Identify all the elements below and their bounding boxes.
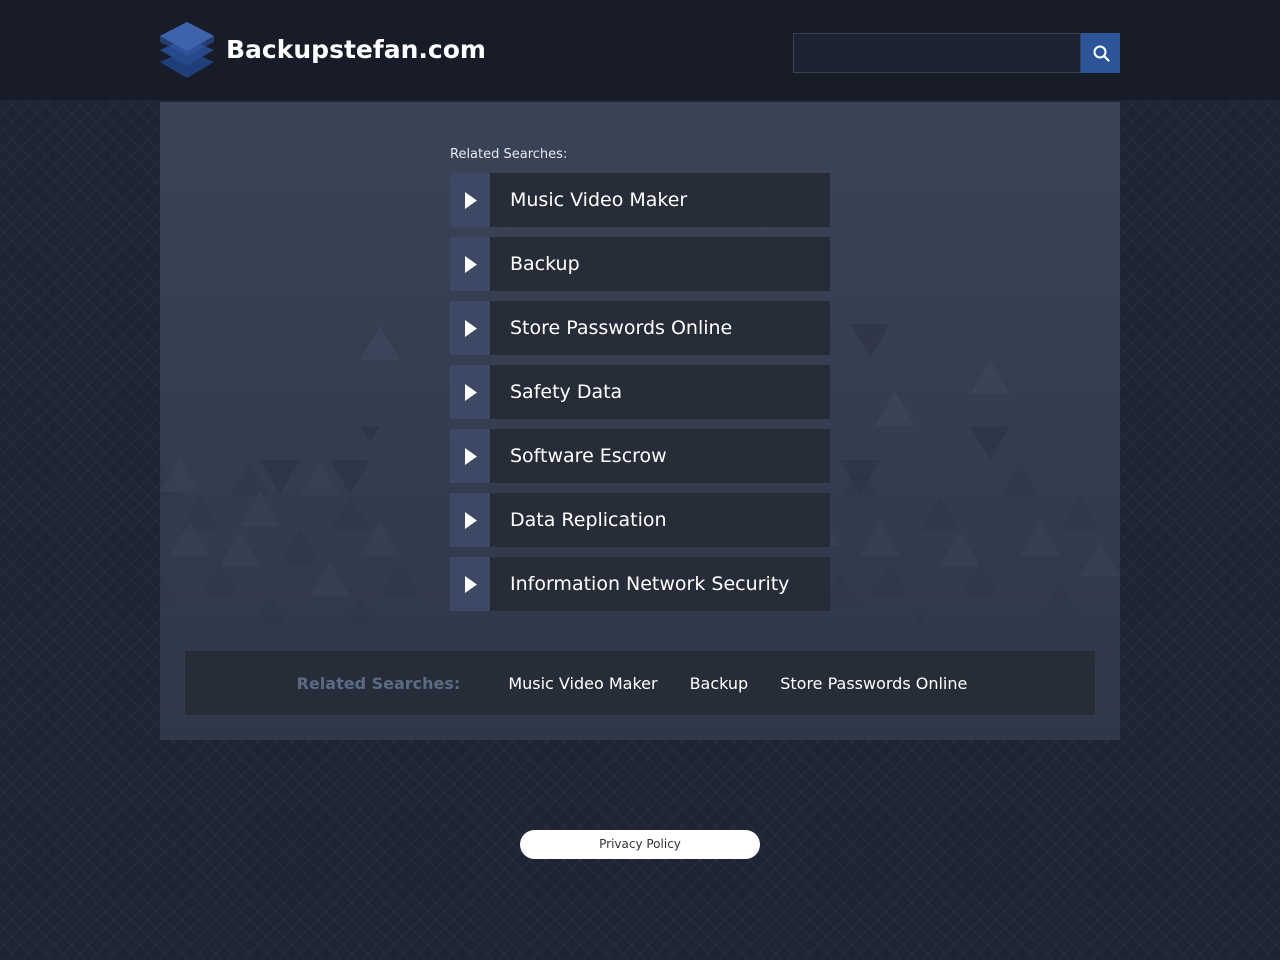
related-link-label: Data Replication [510,509,667,531]
bottom-related-label: Related Searches: [296,673,461,693]
related-searches-label: Related Searches: [450,147,568,162]
bottom-related-bar: Related Searches: Music Video Maker Back… [185,651,1095,715]
related-link-label: Store Passwords Online [510,317,733,339]
related-link-label: Software Escrow [510,445,667,467]
play-arrow-icon [450,173,490,227]
bottom-link-music-video-maker[interactable]: Music Video Maker [508,674,657,693]
privacy-policy-button[interactable]: Privacy Policy [520,830,760,859]
search-input[interactable] [793,33,1081,73]
site-header: Backupstefan.com [0,0,1280,100]
related-link-safety-data[interactable]: Safety Data [450,365,830,419]
stacked-layers-icon [160,20,214,80]
play-arrow-icon [450,429,490,483]
play-arrow-icon [450,301,490,355]
related-links-list: Music Video Maker Backup Store Passwords… [450,173,830,621]
search-icon [1093,45,1110,62]
related-link-data-replication[interactable]: Data Replication [450,493,830,547]
site-title[interactable]: Backupstefan.com [226,34,486,66]
related-link-software-escrow[interactable]: Software Escrow [450,429,830,483]
search-button[interactable] [1081,33,1120,73]
play-arrow-icon [450,237,490,291]
related-link-backup[interactable]: Backup [450,237,830,291]
related-link-music-video-maker[interactable]: Music Video Maker [450,173,830,227]
main-panel: Related Searches: Music Video Maker Back… [160,102,1120,740]
related-link-label: Information Network Security [510,573,790,595]
related-link-label: Backup [510,253,580,275]
bottom-link-backup[interactable]: Backup [690,674,749,693]
related-link-store-passwords-online[interactable]: Store Passwords Online [450,301,830,355]
related-link-label: Safety Data [510,381,623,403]
play-arrow-icon [450,365,490,419]
search-form [793,33,1120,73]
related-link-information-network-security[interactable]: Information Network Security [450,557,830,611]
related-link-label: Music Video Maker [510,189,688,211]
play-arrow-icon [450,557,490,611]
bottom-link-store-passwords-online[interactable]: Store Passwords Online [780,674,967,693]
play-arrow-icon [450,493,490,547]
